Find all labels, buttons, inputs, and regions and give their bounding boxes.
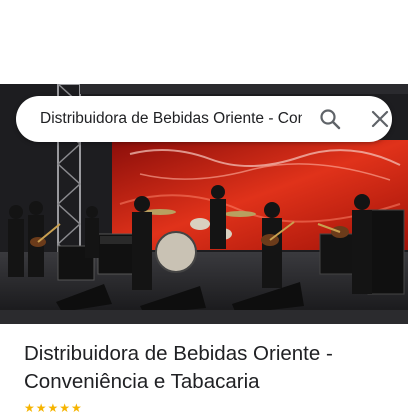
search-input[interactable]: Distribuidora de Bebidas Oriente - Conve… <box>40 96 302 142</box>
place-title: Distribuidora de Bebidas Oriente - Conve… <box>24 342 333 393</box>
search-bar[interactable]: Distribuidora de Bebidas Oriente - Conve… <box>16 96 392 142</box>
search-icon[interactable] <box>318 107 342 131</box>
rating-stars: ★★★★★ <box>24 401 83 415</box>
close-icon[interactable] <box>368 107 392 131</box>
